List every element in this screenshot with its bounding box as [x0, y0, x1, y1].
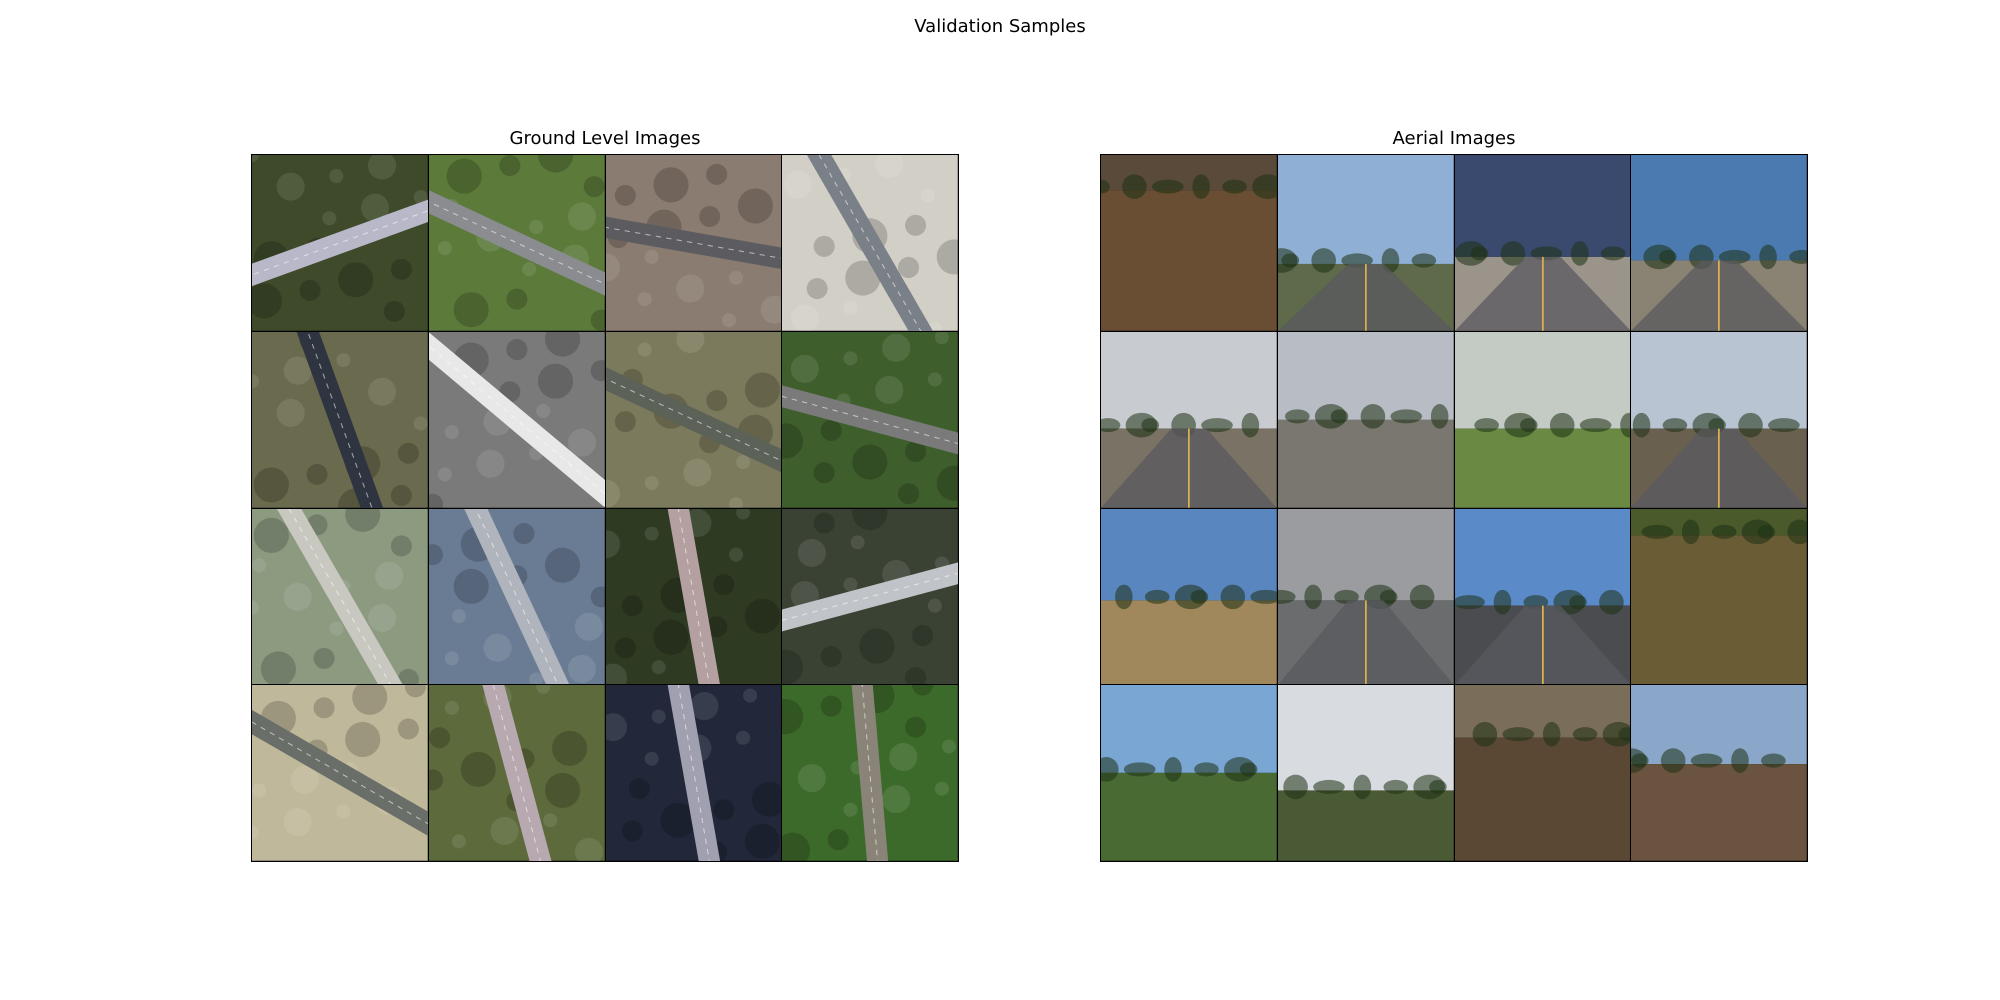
ground-image-tile	[605, 331, 782, 508]
aerial-image-tile	[1631, 155, 1807, 331]
ground-image-tile	[428, 331, 605, 508]
ground-image-tile	[782, 508, 958, 685]
ground-image-tile	[252, 155, 428, 331]
aerial-image-tile	[1631, 331, 1807, 508]
aerial-image-tile	[1454, 155, 1631, 331]
figure-suptitle: Validation Samples	[914, 16, 1086, 37]
ground-image-tile	[252, 508, 428, 685]
aerial-image-tile	[1101, 331, 1277, 508]
aerial-image-tile	[1277, 685, 1454, 861]
aerial-image-tile	[1101, 685, 1277, 861]
ground-image-tile	[252, 331, 428, 508]
aerial-image-tile	[1101, 155, 1277, 331]
ground-image-tile	[428, 685, 605, 861]
aerial-image-tile	[1454, 508, 1631, 685]
ground-image-tile	[428, 508, 605, 685]
aerial-image-tile	[1631, 508, 1807, 685]
ground-image-tile	[605, 508, 782, 685]
aerial-image-tile	[1454, 331, 1631, 508]
aerial-image-tile	[1277, 508, 1454, 685]
ground-image-tile	[605, 155, 782, 331]
aerial-image-tile	[1454, 685, 1631, 861]
aerial-panel-title: Aerial Images	[1392, 128, 1516, 149]
ground-panel-title: Ground Level Images	[509, 128, 701, 149]
aerial-image-tile	[1631, 685, 1807, 861]
aerial-image-tile	[1277, 155, 1454, 331]
aerial-image-tile	[1277, 331, 1454, 508]
aerial-image-tile	[1101, 508, 1277, 685]
aerial-image-grid	[1100, 154, 1808, 862]
ground-image-tile	[782, 331, 958, 508]
ground-image-tile	[428, 155, 605, 331]
ground-image-tile	[605, 685, 782, 861]
ground-image-tile	[782, 155, 958, 331]
ground-image-tile	[782, 685, 958, 861]
ground-image-tile	[252, 685, 428, 861]
ground-image-grid	[251, 154, 959, 862]
